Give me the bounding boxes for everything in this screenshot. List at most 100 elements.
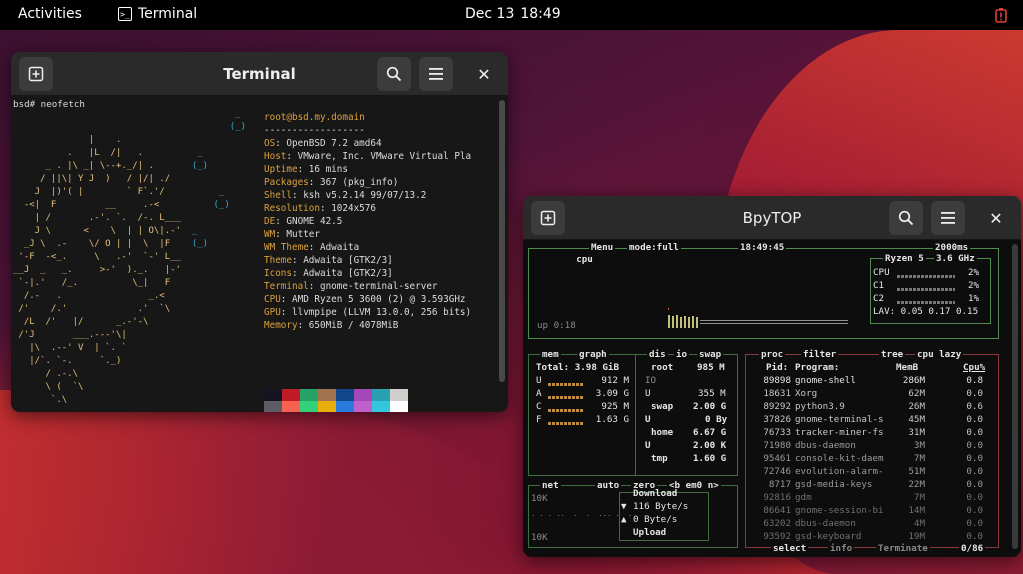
palette-swatch <box>264 401 282 412</box>
info-key: Packages <box>264 177 309 188</box>
proc-cell-mem: 51M <box>908 466 925 477</box>
mem-row-meter <box>548 418 584 430</box>
cpu-model: Ryzen 5 <box>883 253 926 264</box>
clock[interactable]: Dec 13 18:49 <box>465 6 561 22</box>
proc-cell-cpu: 0.0 <box>966 440 983 451</box>
upload-arrow-icon: ▲ <box>621 514 627 525</box>
proc-cell-mem: 19M <box>908 531 925 542</box>
mem-row-value: 925 M <box>601 401 629 412</box>
swap-toggle[interactable]: swap <box>697 349 724 360</box>
terminal-scrollbar[interactable] <box>499 100 505 382</box>
net-scale-bottom: 10K <box>531 532 548 543</box>
info-separator: ------------------ <box>264 125 365 136</box>
io-toggle[interactable]: io <box>674 349 690 360</box>
net-tab[interactable]: net <box>540 480 561 491</box>
proc-cell-cpu: 0.0 <box>966 453 983 464</box>
upload-rate: 0 Byte/s <box>633 514 678 525</box>
info-value: gnome-terminal-server <box>319 281 438 292</box>
proc-cell-pid: 63202 <box>763 518 791 529</box>
proc-cell-program: evolution-alarm- <box>795 466 884 477</box>
cpu-core-meter <box>897 271 955 283</box>
proc-cell-mem: 286M <box>902 375 925 386</box>
load-average: LAV: 0.05 0.17 0.15 <box>873 306 979 317</box>
info-value: OpenBSD 7.2 amd64 <box>286 138 382 149</box>
proc-cell-cpu: 0.0 <box>966 388 983 399</box>
system-info: root@bsd.my.domain ------------------ OS… <box>264 112 472 331</box>
cpu-tab[interactable]: cpu <box>574 254 595 265</box>
cpu-core-name: C1 <box>873 280 885 291</box>
disk-tmp-size: 1.60 G <box>693 453 727 464</box>
net-graph: . . . .. . . ... . . <box>531 510 633 518</box>
proc-cell-program: gdm <box>795 492 812 503</box>
menu-button[interactable] <box>419 57 453 91</box>
close-icon: ✕ <box>989 208 1003 228</box>
proc-cell-cpu: 0.6 <box>966 401 983 412</box>
info-value: Adwaita [GTK2/3] <box>303 255 393 266</box>
info-key: WM <box>264 229 276 240</box>
disks-tab[interactable]: dis <box>647 349 668 360</box>
proc-cell-cpu: 0.0 <box>966 505 983 516</box>
proc-cell-mem: 14M <box>908 505 925 516</box>
net-auto-toggle[interactable]: auto <box>595 480 622 491</box>
bpytop-body[interactable]: cpu Menu mode:full 18:49:45 2000ms up 0:… <box>523 240 1021 557</box>
clock-time: 18:49 <box>520 6 561 22</box>
proc-tab[interactable]: proc <box>759 349 786 360</box>
proc-filter[interactable]: filter <box>801 349 839 360</box>
menu-tab[interactable]: Menu <box>589 242 616 253</box>
info-value: 650MiB / 4078MiB <box>308 320 399 331</box>
terminal-window[interactable]: Terminal ✕ bsd# neofetch _ (_) | . . |L … <box>11 52 508 412</box>
proc-cell-program: gsd-keyboard <box>795 531 862 542</box>
openbsd-logo-art: _ (_) | . . |L /| . _ _ . |\ _| \--+._/|… <box>13 109 246 405</box>
proc-header-cpu[interactable]: Cpu% <box>963 362 985 374</box>
update-interval[interactable]: 2000ms <box>933 242 971 253</box>
battery-alert-icon[interactable] <box>993 7 1009 23</box>
palette-swatch <box>336 401 354 412</box>
download-rate: 116 Byte/s <box>633 501 689 512</box>
disk-root-label: root <box>651 362 674 373</box>
proc-cell-mem: 22M <box>908 479 925 490</box>
terminal-body[interactable]: bsd# neofetch _ (_) | . . |L /| . _ _ . … <box>11 96 508 412</box>
activities-button[interactable]: Activities <box>18 6 82 22</box>
graph-toggle[interactable]: graph <box>577 349 609 360</box>
menu-button[interactable] <box>931 201 965 235</box>
close-button[interactable]: ✕ <box>984 206 1008 230</box>
proc-cell-cpu: 0.0 <box>966 414 983 425</box>
cpu-clock: 18:49:45 <box>738 242 787 253</box>
proc-header-mem[interactable]: MemB <box>896 362 918 374</box>
info-key: Icons <box>264 268 292 279</box>
proc-cell-mem: 3M <box>913 440 925 451</box>
info-key: Memory <box>264 320 298 331</box>
mem-total: Total: 3.98 GiB <box>536 362 619 373</box>
disk-home-size: 6.67 G <box>693 427 727 438</box>
proc-header-pid[interactable]: Pid: <box>766 362 788 374</box>
proc-cell-program: Xorg <box>795 388 818 399</box>
disk-io-label: IO <box>645 375 657 386</box>
proc-tree-toggle[interactable]: tree <box>879 349 906 360</box>
mem-tab[interactable]: mem <box>540 349 561 360</box>
proc-terminate[interactable]: Terminate <box>876 543 930 554</box>
info-value: VMware, Inc. VMware Virtual Pla <box>297 151 472 162</box>
wallpaper-wave <box>0 390 560 574</box>
proc-sort-selector[interactable]: cpu lazy <box>915 349 964 360</box>
search-button[interactable] <box>377 57 411 91</box>
proc-cell-pid: 93592 <box>763 531 791 542</box>
proc-header-program[interactable]: Program: <box>795 362 839 374</box>
proc-cell-pid: 76733 <box>763 427 791 438</box>
close-button[interactable]: ✕ <box>472 62 496 86</box>
disk-root-used: 355 M <box>698 388 726 399</box>
proc-cell-cpu: 0.0 <box>966 466 983 477</box>
proc-select[interactable]: select <box>771 543 809 554</box>
mode-tab[interactable]: mode:full <box>627 242 681 253</box>
info-key: Shell <box>264 190 292 201</box>
disk-swap-size: 2.00 G <box>693 401 727 412</box>
proc-cell-program: dbus-daemon <box>795 440 856 451</box>
info-value: AMD Ryzen 5 3600 (2) @ 3.593GHz <box>292 294 466 305</box>
proc-cell-program: tracker-miner-fs <box>795 427 884 438</box>
proc-info[interactable]: info <box>828 543 855 554</box>
bpytop-scrollbar[interactable] <box>1012 244 1018 549</box>
search-button[interactable] <box>889 201 923 235</box>
proc-cell-pid: 18631 <box>763 388 791 399</box>
app-menu[interactable]: >_ Terminal <box>118 6 197 22</box>
proc-cell-program: dbus-daemon <box>795 518 856 529</box>
bpytop-window[interactable]: BpyTOP ✕ cpu Menu mode:full 18:49:45 200… <box>523 196 1021 557</box>
